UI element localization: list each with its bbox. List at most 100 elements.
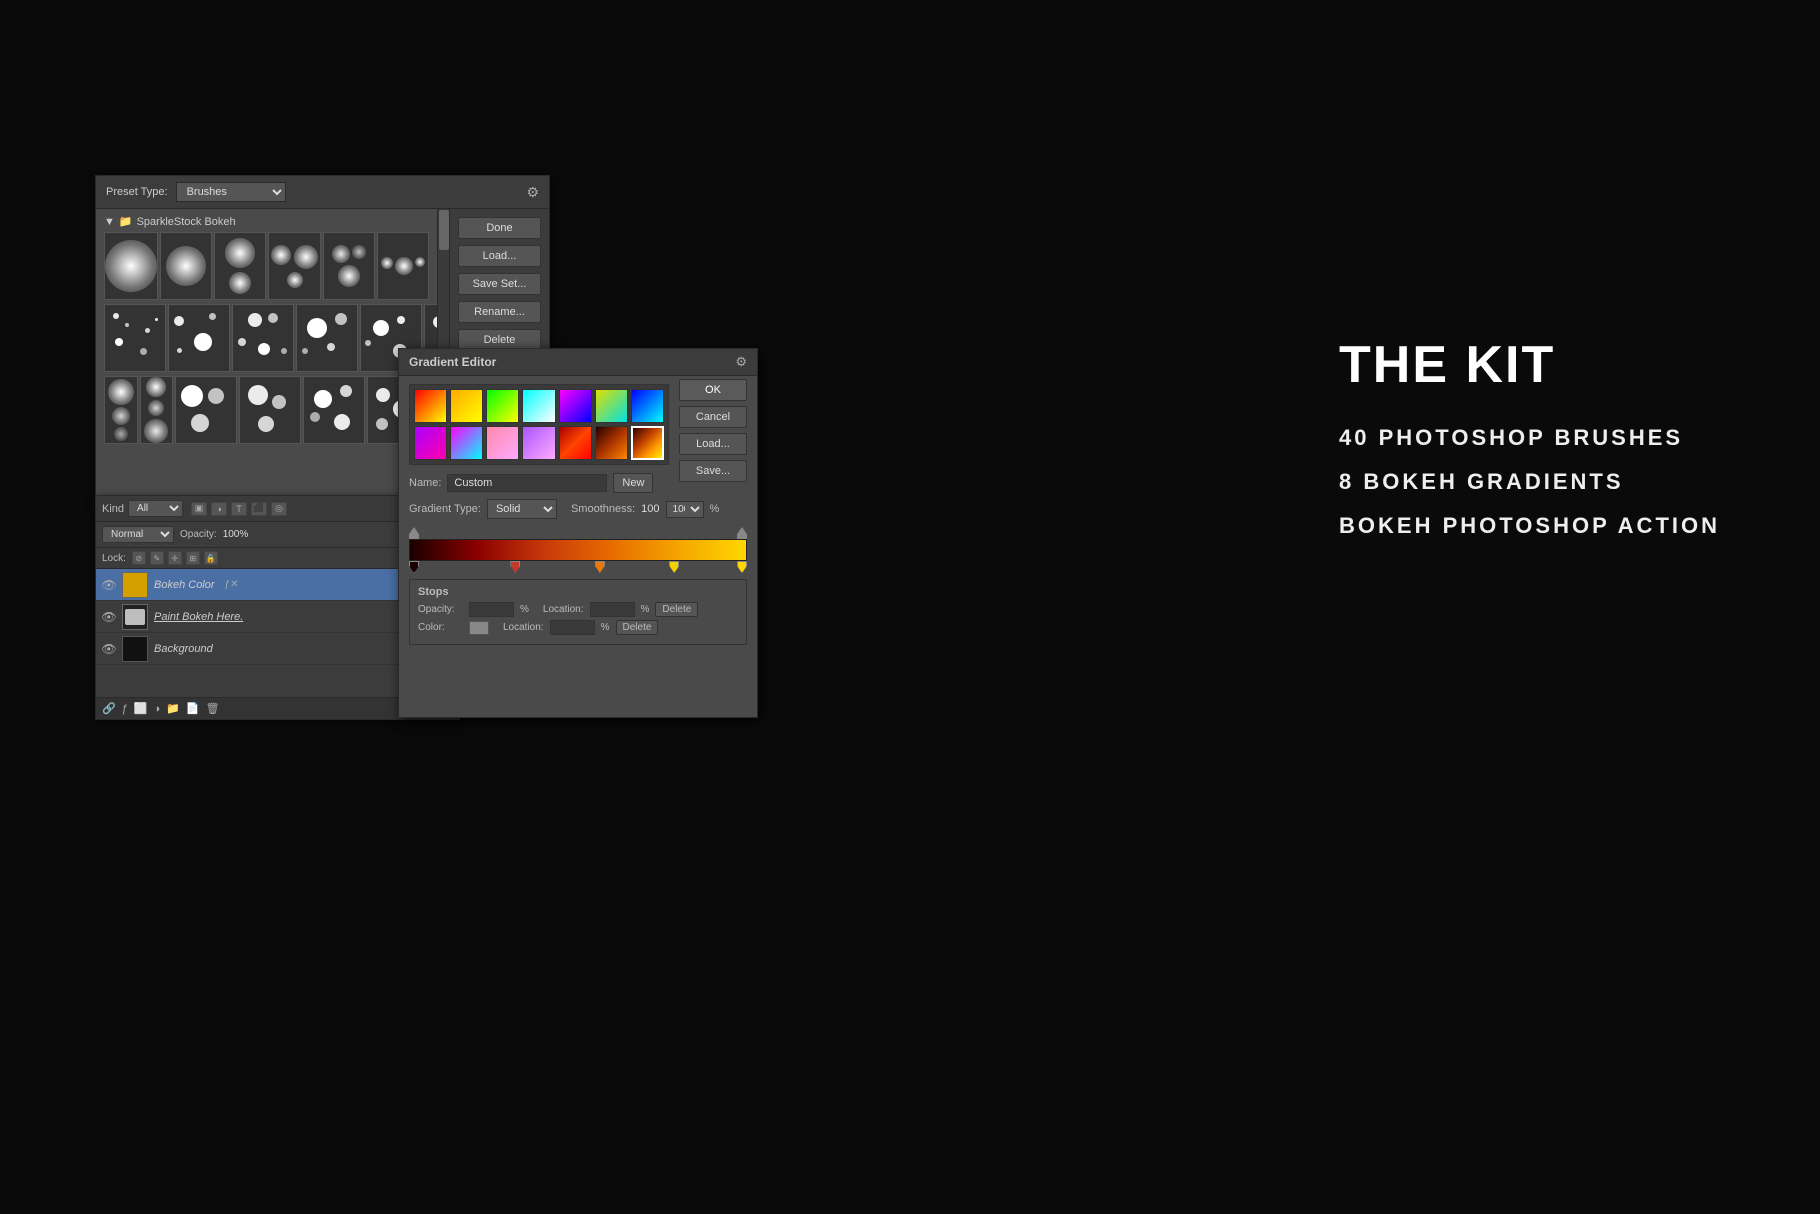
save-set-button[interactable]: Save Set... [458,273,541,295]
color-stop-1[interactable] [510,561,520,573]
gradient-swatch-2[interactable] [450,389,483,423]
color-swatch-preview[interactable] [469,621,489,635]
brush-cell[interactable] [323,232,375,300]
brush-cell[interactable] [296,304,358,372]
brush-cell[interactable] [175,376,237,444]
brush-cell[interactable] [303,376,365,444]
brush-cell[interactable] [268,232,320,300]
lock-label: Lock: [102,553,126,564]
brush-cell[interactable] [377,232,429,300]
opacity-stop-left[interactable] [409,527,419,539]
add-mask-icon[interactable]: ⬜ [134,702,148,715]
brush-cell[interactable] [168,304,230,372]
brush-cell[interactable] [160,232,212,300]
gradient-swatch-1[interactable] [414,389,447,423]
shape-filter-icon[interactable]: ⬛ [251,502,267,516]
gradient-swatch-4[interactable] [522,389,555,423]
gradient-swatch-3[interactable] [486,389,519,423]
smart-filter-icon[interactable]: ◎ [271,502,287,516]
brush-cell[interactable] [140,376,174,444]
stops-title: Stops [418,586,738,598]
gradient-swatch-11[interactable] [486,426,519,460]
gradient-ok-button[interactable]: OK [679,379,747,401]
brush-row-1 [100,230,433,302]
type-filter-icon[interactable]: T [231,502,247,516]
new-group-icon[interactable]: 📁 [166,702,180,715]
adjust-filter-icon[interactable]: ◑ [211,502,227,516]
brush-cell[interactable] [104,304,166,372]
opacity-delete-button[interactable]: Delete [655,602,698,617]
pixel-filter-icon[interactable]: ▣ [191,502,207,516]
brush-cell[interactable] [239,376,301,444]
link-layers-icon[interactable]: 🔗 [102,702,116,715]
color-stops-row [409,561,747,573]
opacity-stop-right[interactable] [737,527,747,539]
kind-label: Kind [102,503,124,515]
gradient-swatch-6[interactable] [595,389,628,423]
gradient-editor-title: Gradient Editor [409,355,496,369]
color-location-field[interactable] [550,620,595,635]
lock-transparency-icon[interactable]: ⊘ [132,551,146,565]
gradient-load-button[interactable]: Load... [679,433,747,455]
layer-thumbnail [122,604,148,630]
layer-name: Paint Bokeh Here. [154,611,243,623]
gradient-swatch-12[interactable] [522,426,555,460]
new-fill-layer-icon[interactable]: ◑ [154,703,161,715]
gradient-save-button[interactable]: Save... [679,460,747,482]
lock-image-icon[interactable]: ✎ [150,551,164,565]
gradient-swatch-5[interactable] [559,389,592,423]
layer-visibility-icon[interactable]: 👁 [102,642,116,656]
brush-cell[interactable] [232,304,294,372]
layer-thumbnail [122,636,148,662]
opacity-stop-field[interactable] [469,602,514,617]
gradient-preview-bar[interactable] [409,539,747,561]
new-layer-icon[interactable]: 📄 [186,702,200,715]
gradient-swatch-15[interactable] [631,426,664,460]
smoothness-select[interactable]: 100 [666,501,704,518]
gradient-swatch-7[interactable] [631,389,664,423]
preset-type-select[interactable]: Brushes [176,182,286,202]
gradient-swatch-10[interactable] [450,426,483,460]
color-delete-button[interactable]: Delete [616,620,659,635]
brush-cell[interactable] [214,232,266,300]
expand-icon[interactable]: ▼ [104,216,115,228]
gradient-bar-container [409,527,747,573]
gear-icon[interactable]: ⚙ [526,184,539,201]
lock-artboard-icon[interactable]: ⊞ [186,551,200,565]
add-style-icon[interactable]: ƒ [122,703,128,715]
color-stop-2[interactable] [595,561,605,573]
gradient-editor-dialog: Gradient Editor ⚙ OK Cancel Load... Save… [398,348,758,718]
layer-visibility-icon[interactable]: 👁 [102,578,116,592]
gradient-new-button[interactable]: New [613,473,653,493]
gradient-cancel-button[interactable]: Cancel [679,406,747,428]
opacity-location-pct: % [641,604,650,615]
rename-button[interactable]: Rename... [458,301,541,323]
kit-item-action: BOKEH PHOTOSHOP ACTION [1339,513,1720,539]
gradient-swatch-14[interactable] [595,426,628,460]
brush-cell[interactable] [104,376,138,444]
gradient-editor-gear-icon[interactable]: ⚙ [735,354,747,370]
color-stop-left[interactable] [409,561,419,573]
color-stop-right[interactable] [737,561,747,573]
blend-mode-select[interactable]: Normal [102,526,174,543]
load-button[interactable]: Load... [458,245,541,267]
gradient-type-select[interactable]: Solid [487,499,557,519]
gradient-name-input[interactable] [447,474,607,492]
lock-all-icon[interactable]: 🔒 [204,551,218,565]
color-stop-3[interactable] [669,561,679,573]
opacity-location-field[interactable] [590,602,635,617]
gradient-swatch-13[interactable] [559,426,592,460]
gradient-swatch-9[interactable] [414,426,447,460]
opacity-value: 100% [223,529,249,540]
gradient-presets-row1 [414,389,664,423]
scrollbar-thumb[interactable] [439,210,449,250]
brush-cell[interactable] [104,232,158,300]
preset-panel-header: Preset Type: Brushes ⚙ [96,176,549,209]
layer-visibility-icon[interactable]: 👁 [102,610,116,624]
kind-select[interactable]: All [128,500,183,517]
delete-layer-icon[interactable]: 🗑 [206,702,220,715]
kit-text-block: THE KIT 40 PHOTOSHOP BRUSHES 8 BOKEH GRA… [1339,335,1720,557]
brush-row-2 [100,302,433,374]
lock-position-icon[interactable]: ✛ [168,551,182,565]
done-button[interactable]: Done [458,217,541,239]
